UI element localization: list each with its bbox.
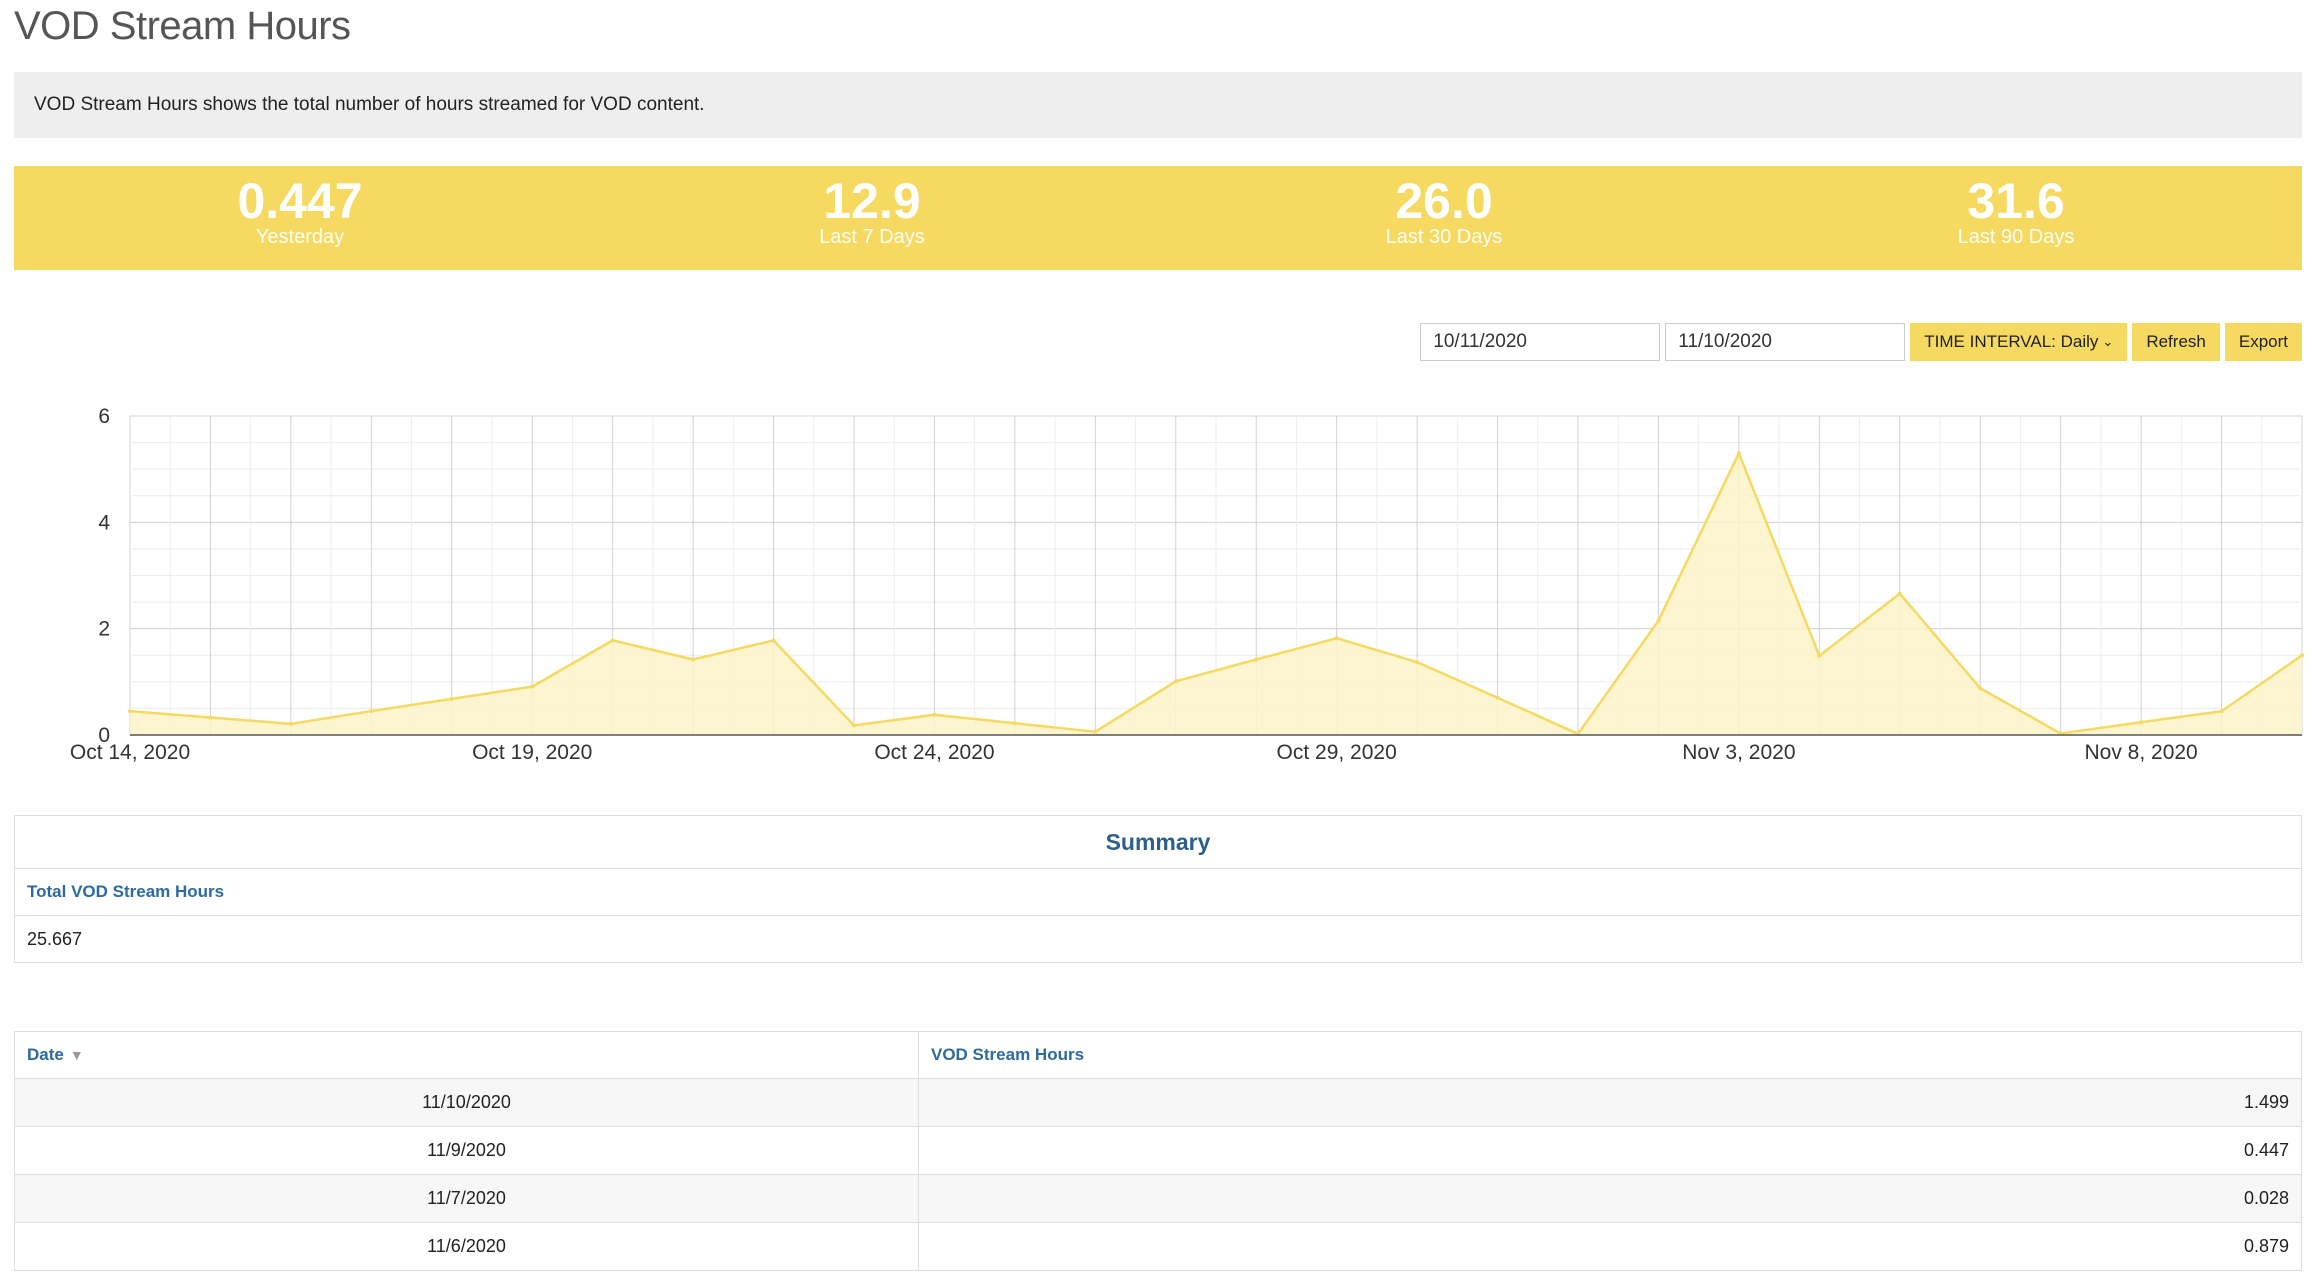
cell-date: 11/9/2020 bbox=[15, 1127, 919, 1174]
x-tick-label: Oct 14, 2020 bbox=[70, 741, 190, 764]
summary-title: Summary bbox=[15, 816, 2301, 869]
time-interval-label: TIME INTERVAL: Daily bbox=[1924, 332, 2099, 351]
cell-hours: 0.447 bbox=[2243, 1140, 2289, 1160]
y-tick-label: 6 bbox=[98, 405, 110, 428]
table-row: 11/7/2020 0.028 bbox=[15, 1175, 2301, 1223]
stat-label: Last 30 Days bbox=[1385, 226, 1503, 248]
cell-hours: 0.028 bbox=[2243, 1188, 2289, 1208]
summary-panel: Summary Total VOD Stream Hours 25.667 bbox=[14, 815, 2302, 963]
stat-yesterday: 0.447 Yesterday bbox=[14, 166, 586, 270]
stream-hours-chart: 0 2 4 6 Oct 14, 2020 Oct 19, 2020 Oct 24, 2020… bbox=[0, 390, 2316, 770]
chevron-down-icon: ⌄ bbox=[2102, 334, 2114, 349]
header-date-label: Date bbox=[27, 1045, 64, 1064]
cell-date: 11/6/2020 bbox=[15, 1223, 919, 1270]
stats-bar: 0.447 Yesterday 12.9 Last 7 Days 26.0 La… bbox=[14, 166, 2302, 270]
data-point bbox=[1495, 695, 1500, 700]
data-point bbox=[288, 721, 293, 726]
data-point bbox=[1415, 660, 1420, 665]
summary-label: Total VOD Stream Hours bbox=[15, 869, 2301, 916]
data-point bbox=[1093, 729, 1098, 734]
data-point bbox=[1817, 653, 1822, 658]
x-tick-label: Oct 29, 2020 bbox=[1277, 741, 1397, 764]
x-tick-label: Nov 3, 2020 bbox=[1682, 741, 1795, 764]
table-header: Date ▼ VOD Stream Hours bbox=[15, 1032, 2301, 1079]
stat-label: Last 7 Days bbox=[819, 226, 925, 248]
y-tick-label: 2 bbox=[98, 618, 110, 641]
stat-value: 12.9 bbox=[823, 173, 921, 229]
data-point bbox=[771, 638, 776, 643]
x-tick-label: Oct 19, 2020 bbox=[472, 741, 592, 764]
data-point bbox=[852, 723, 856, 728]
table-row: 11/6/2020 0.879 bbox=[15, 1223, 2301, 1271]
data-point bbox=[1736, 451, 1741, 456]
description-bar: VOD Stream Hours shows the total number … bbox=[14, 72, 2302, 138]
y-tick-label: 4 bbox=[98, 511, 110, 534]
cell-hours: 0.879 bbox=[2243, 1236, 2289, 1256]
stat-value: 26.0 bbox=[1395, 173, 1493, 229]
stat-value: 31.6 bbox=[1967, 173, 2065, 229]
data-point bbox=[610, 638, 615, 643]
page-title: VOD Stream Hours bbox=[14, 4, 351, 48]
data-point bbox=[1334, 636, 1339, 641]
data-point bbox=[2219, 709, 2224, 714]
summary-value: 25.667 bbox=[27, 928, 83, 949]
table-row: 11/10/2020 1.499 bbox=[15, 1079, 2301, 1127]
start-date-input[interactable]: 10/11/2020 bbox=[1420, 323, 1661, 361]
sort-down-icon: ▼ bbox=[69, 1047, 84, 1063]
stat-last-90-days: 31.6 Last 90 Days bbox=[1730, 166, 2302, 270]
chart-svg: 0246Oct 14, 2020 Oct 19, 2020 Oct 24, 2020… bbox=[70, 405, 2304, 764]
header-hours-label: VOD Stream Hours bbox=[931, 1045, 1085, 1064]
chart-controls: 10/11/2020 11/10/2020 TIME INTERVAL: Dai… bbox=[1420, 323, 2302, 361]
stat-last-30-days: 26.0 Last 30 Days bbox=[1158, 166, 1730, 270]
description-text: VOD Stream Hours shows the total number … bbox=[34, 94, 705, 115]
export-button[interactable]: Export bbox=[2224, 323, 2302, 361]
header-date[interactable]: Date ▼ bbox=[15, 1032, 919, 1078]
header-hours[interactable]: VOD Stream Hours bbox=[919, 1032, 2301, 1078]
cell-hours: 1.499 bbox=[2243, 1092, 2289, 1112]
data-point bbox=[2139, 720, 2144, 725]
data-point bbox=[369, 709, 374, 714]
data-point bbox=[128, 709, 132, 714]
data-point bbox=[1173, 679, 1178, 684]
data-point bbox=[1012, 721, 1017, 726]
data-point bbox=[1978, 686, 1983, 691]
data-point bbox=[1897, 591, 1902, 596]
data-point bbox=[530, 684, 535, 689]
data-point bbox=[208, 715, 213, 720]
refresh-button[interactable]: Refresh bbox=[2132, 323, 2220, 361]
stat-value: 0.447 bbox=[237, 173, 363, 229]
x-tick-label: Oct 24, 2020 bbox=[874, 741, 994, 764]
data-point bbox=[932, 712, 937, 717]
stat-last-7-days: 12.9 Last 7 Days bbox=[586, 166, 1158, 270]
cell-date: 11/10/2020 bbox=[15, 1079, 919, 1126]
cell-date: 11/7/2020 bbox=[15, 1175, 919, 1222]
data-point bbox=[449, 696, 454, 701]
stat-label: Yesterday bbox=[255, 226, 345, 248]
data-point bbox=[1656, 618, 1661, 623]
data-point bbox=[1254, 657, 1259, 662]
x-tick-label: Nov 8, 2020 bbox=[2084, 741, 2197, 764]
stat-label: Last 90 Days bbox=[1957, 226, 2075, 248]
table-row: 11/9/2020 0.447 bbox=[15, 1127, 2301, 1175]
data-point bbox=[691, 657, 696, 662]
end-date-input[interactable]: 11/10/2020 bbox=[1665, 323, 1906, 361]
data-point bbox=[2300, 653, 2304, 658]
stream-hours-table: Date ▼ VOD Stream Hours 11/10/2020 1.499… bbox=[14, 1031, 2302, 1271]
time-interval-dropdown[interactable]: TIME INTERVAL: Daily ⌄ bbox=[1910, 323, 2128, 361]
table-body: 11/10/2020 1.499 11/9/2020 0.447 11/7/20… bbox=[15, 1079, 2301, 1271]
